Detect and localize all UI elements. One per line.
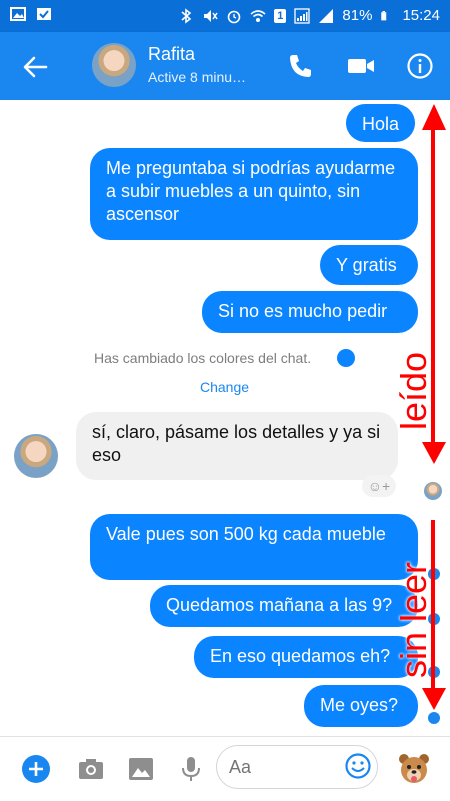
composer-bar (0, 736, 450, 801)
video-call-icon[interactable] (346, 52, 376, 80)
microphone-icon[interactable] (177, 755, 205, 783)
message-bubble-outgoing[interactable]: Me preguntaba si podrías ayudarme a subi… (90, 148, 418, 240)
unread-arrow-head-icon (422, 688, 446, 710)
read-receipt-avatar (424, 482, 442, 500)
delivered-check-icon (428, 712, 440, 724)
message-bubble-outgoing[interactable]: En eso quedamos eh? (194, 636, 418, 678)
contact-avatar-small[interactable] (14, 434, 58, 478)
message-bubble-outgoing[interactable]: Y gratis (320, 245, 418, 285)
wifi-icon (250, 9, 266, 22)
image-icon[interactable] (127, 755, 155, 783)
bluetooth-icon (181, 7, 192, 24)
contact-avatar[interactable] (92, 43, 136, 87)
unread-annotation-label: sin leer (393, 561, 434, 678)
check-flag-icon (37, 8, 51, 20)
message-bubble-outgoing[interactable]: Hola (346, 104, 416, 142)
message-bubble-outgoing[interactable]: Quedamos mañana a las 9? (150, 585, 418, 627)
add-reaction-button[interactable]: ☺+ (362, 475, 396, 497)
battery-percent: 81% (342, 7, 373, 24)
phone-icon[interactable] (287, 52, 315, 80)
signal-icon (294, 7, 311, 24)
contact-name[interactable]: Rafita (148, 44, 195, 65)
clock: 15:24 (402, 7, 440, 24)
theme-color-dot (337, 349, 355, 367)
alarm-icon (227, 10, 241, 23)
system-notice: Has cambiado los colores del chat. (94, 350, 312, 366)
message-bubble-outgoing[interactable]: Me oyes? (304, 685, 418, 727)
info-icon[interactable] (406, 52, 434, 80)
emoji-icon[interactable] (345, 753, 371, 779)
message-list[interactable]: Hola Me preguntaba si podrías ayudarme a… (0, 100, 450, 736)
read-arrow-tail-icon (422, 442, 446, 464)
message-bubble-outgoing[interactable]: Si no es mucho pedir (202, 291, 418, 333)
photo-icon (10, 7, 26, 21)
camera-icon[interactable] (77, 755, 105, 783)
contact-status: Active 8 minu… (148, 69, 247, 85)
message-bubble-outgoing[interactable]: Vale pues son 500 kg cada mueble (90, 514, 418, 580)
mute-icon (204, 9, 218, 22)
status-bar: 1 81% 15:24 (0, 0, 450, 32)
conversation-header: Rafita Active 8 minu… (0, 32, 450, 100)
battery-icon (381, 10, 387, 20)
signal-bars-icon (319, 8, 334, 23)
read-annotation-label: leído (393, 351, 434, 430)
back-arrow-icon[interactable] (22, 54, 48, 80)
sticker-icon[interactable] (398, 751, 430, 785)
change-colors-link[interactable]: Change (200, 379, 249, 395)
sim-badge: 1 (274, 8, 287, 23)
message-bubble-incoming[interactable]: sí, claro, pásame los detalles y ya si e… (76, 412, 398, 480)
add-icon[interactable] (22, 755, 50, 783)
